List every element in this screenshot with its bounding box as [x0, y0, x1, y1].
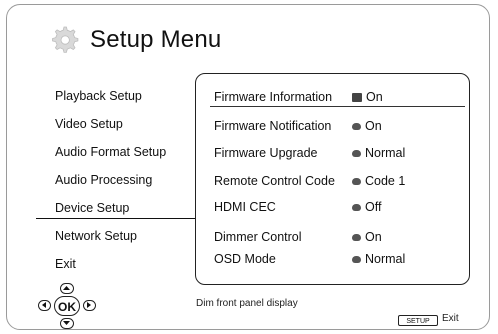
- page-title: Setup Menu: [90, 26, 222, 53]
- option-firmware-notification[interactable]: Firmware Notification On: [214, 117, 382, 135]
- menu-item-audio-format-setup[interactable]: Audio Format Setup: [55, 144, 195, 172]
- option-firmware-upgrade[interactable]: Firmware Upgrade Normal: [214, 144, 405, 162]
- knob-icon: [352, 255, 361, 263]
- knob-icon: [352, 233, 361, 241]
- knob-icon: [352, 177, 361, 185]
- down-arrow-button[interactable]: [60, 318, 74, 329]
- setup-button[interactable]: SETUP: [398, 315, 438, 326]
- active-menu-indicator: [36, 218, 196, 219]
- menu-item-playback-setup[interactable]: Playback Setup: [55, 88, 195, 116]
- option-label: Dimmer Control: [214, 230, 302, 244]
- menu-item-video-setup[interactable]: Video Setup: [55, 116, 195, 144]
- option-value: Normal: [365, 252, 406, 266]
- option-label: Firmware Notification: [214, 119, 332, 133]
- option-value: On: [366, 90, 383, 104]
- option-hdmi-cec[interactable]: HDMI CEC Off: [214, 198, 381, 216]
- device-setup-panel: Firmware Information On Firmware Notific…: [195, 73, 470, 285]
- right-arrow-button[interactable]: [83, 300, 96, 311]
- menu-item-audio-processing[interactable]: Audio Processing: [55, 172, 195, 200]
- option-value: On: [365, 119, 382, 133]
- arrow-up-icon: [63, 286, 70, 290]
- option-label: HDMI CEC: [214, 200, 276, 214]
- exit-label: Exit: [442, 313, 459, 324]
- remote-navigation-pad: OK: [38, 281, 98, 333]
- knob-icon: [352, 203, 361, 211]
- menu-item-device-setup[interactable]: Device Setup: [55, 200, 195, 228]
- knob-icon: [352, 149, 361, 157]
- option-label: Remote Control Code: [214, 174, 335, 188]
- arrow-down-icon: [63, 321, 70, 325]
- menu-item-exit[interactable]: Exit: [55, 256, 195, 284]
- header: Setup Menu: [46, 20, 221, 60]
- option-firmware-information[interactable]: Firmware Information On: [214, 88, 383, 106]
- menu-item-network-setup[interactable]: Network Setup: [55, 228, 195, 256]
- ok-button[interactable]: OK: [54, 296, 80, 316]
- up-arrow-button[interactable]: [60, 283, 74, 294]
- knob-icon: [352, 122, 361, 130]
- arrow-right-icon: [87, 302, 91, 308]
- option-osd-mode[interactable]: OSD Mode Normal: [214, 250, 405, 268]
- gear-icon: [52, 26, 79, 53]
- option-value: On: [365, 230, 382, 244]
- row-highlight-underline: [210, 106, 465, 107]
- option-label: Firmware Upgrade: [214, 146, 318, 160]
- option-remote-control-code[interactable]: Remote Control Code Code 1: [214, 172, 405, 190]
- setup-category-menu: Playback Setup Video Setup Audio Format …: [55, 88, 195, 284]
- option-value: Normal: [365, 146, 406, 160]
- help-text: Dim front panel display: [196, 298, 298, 309]
- arrow-left-icon: [42, 302, 46, 308]
- left-arrow-button[interactable]: [38, 300, 51, 311]
- option-label: Firmware Information: [214, 90, 333, 104]
- selected-square-icon: [352, 92, 362, 102]
- option-value: Off: [365, 200, 382, 214]
- option-label: OSD Mode: [214, 252, 276, 266]
- option-dimmer-control[interactable]: Dimmer Control On: [214, 228, 382, 246]
- option-value: Code 1: [365, 174, 406, 188]
